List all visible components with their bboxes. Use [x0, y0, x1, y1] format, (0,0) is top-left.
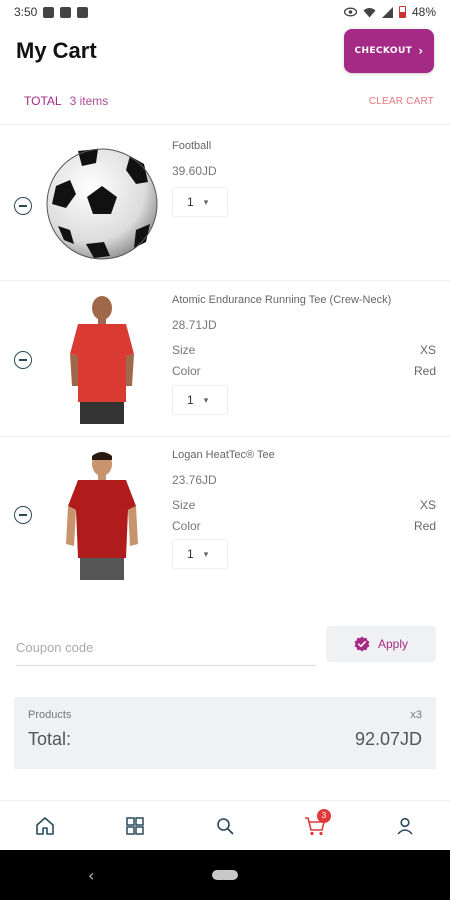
coupon-input[interactable]: Coupon code — [16, 630, 316, 666]
gallery-icon — [43, 6, 55, 18]
nav-search[interactable] — [205, 806, 245, 846]
chevron-down-icon: ▾ — [203, 196, 209, 207]
color-label: Color — [172, 364, 201, 378]
bottom-navigation: 3 — [0, 800, 450, 850]
apply-coupon-button[interactable]: Apply — [326, 626, 436, 662]
nav-cart[interactable]: 3 — [295, 806, 335, 846]
cart-item: Atomic Endurance Running Tee (Crew-Neck)… — [0, 280, 450, 436]
youtube-icon — [60, 6, 72, 18]
wifi-icon — [363, 7, 376, 17]
battery-icon — [398, 6, 406, 18]
profile-icon — [397, 817, 413, 835]
nav-categories[interactable] — [115, 806, 155, 846]
chevron-right-icon: › — [418, 44, 424, 58]
color-label: Color — [172, 519, 201, 533]
total-label: TOTAL — [24, 94, 62, 108]
product-image — [66, 452, 138, 580]
home-pill[interactable] — [212, 870, 238, 880]
items-count: 3 items — [69, 94, 109, 108]
item-price: 28.71JD — [172, 318, 217, 332]
verified-badge-icon — [354, 636, 370, 652]
cart-item: Logan HeatTec® Tee 23.76JD Size XS Color… — [0, 436, 450, 586]
item-price: 39.60JD — [172, 164, 217, 178]
product-image — [70, 296, 134, 424]
chevron-down-icon: ▾ — [203, 394, 209, 405]
quantity-dropdown[interactable]: 1 ▾ — [172, 385, 228, 415]
cart-item: Football 39.60JD 1 ▾ — [0, 124, 450, 280]
products-count: x3 — [410, 709, 422, 721]
checkout-label: CHECKOUT — [354, 46, 413, 56]
remove-item-button[interactable] — [14, 506, 32, 524]
header: My Cart CHECKOUT › — [0, 26, 450, 76]
home-icon — [36, 816, 54, 835]
nav-profile[interactable] — [385, 806, 425, 846]
item-name: Logan HeatTec® Tee — [172, 449, 275, 461]
clear-cart-button[interactable]: CLEAR CART — [369, 96, 434, 107]
youtube-icon — [77, 6, 89, 18]
size-attribute: Size XS — [172, 498, 436, 512]
football-image — [46, 148, 158, 260]
cart-summary-row: TOTAL 3 items CLEAR CART — [0, 88, 450, 114]
size-label: Size — [172, 343, 196, 357]
eye-icon — [343, 7, 357, 17]
back-icon[interactable]: ‹ — [88, 866, 94, 885]
status-time: 3:50 — [14, 5, 38, 19]
color-value: Red — [413, 519, 436, 533]
battery-level: 48% — [411, 5, 436, 19]
products-label: Products — [28, 709, 72, 721]
apply-label: Apply — [377, 637, 409, 651]
size-value: XS — [419, 498, 436, 512]
quantity-value: 1 — [187, 547, 194, 561]
quantity-value: 1 — [187, 195, 194, 209]
checkout-button[interactable]: CHECKOUT › — [344, 29, 434, 73]
cart-count-badge: 3 — [317, 808, 331, 823]
color-value: Red — [413, 364, 436, 378]
item-name: Atomic Endurance Running Tee (Crew-Neck) — [172, 294, 392, 306]
item-name: Football — [172, 140, 212, 152]
color-attribute: Color Red — [172, 364, 436, 378]
total-amount: 92.07JD — [354, 729, 422, 749]
remove-item-button[interactable] — [14, 351, 32, 369]
remove-item-button[interactable] — [14, 197, 32, 215]
signal-icon — [381, 6, 393, 18]
order-summary: Products x3 Total: 92.07JD — [14, 697, 436, 769]
size-label: Size — [172, 498, 196, 512]
status-bar: 3:50 48% — [0, 0, 450, 24]
total-label: Total: — [28, 729, 72, 749]
coupon-placeholder: Coupon code — [16, 640, 94, 655]
page-title: My Cart — [16, 38, 97, 63]
categories-icon — [126, 816, 144, 835]
color-attribute: Color Red — [172, 519, 436, 533]
quantity-value: 1 — [187, 393, 194, 407]
quantity-dropdown[interactable]: 1 ▾ — [172, 539, 228, 569]
system-navigation-bar: ‹ — [0, 850, 450, 900]
nav-home[interactable] — [25, 806, 65, 846]
search-icon — [217, 817, 234, 834]
item-price: 23.76JD — [172, 473, 217, 487]
size-value: XS — [419, 343, 436, 357]
chevron-down-icon: ▾ — [203, 548, 209, 559]
quantity-dropdown[interactable]: 1 ▾ — [172, 187, 228, 217]
size-attribute: Size XS — [172, 343, 436, 357]
